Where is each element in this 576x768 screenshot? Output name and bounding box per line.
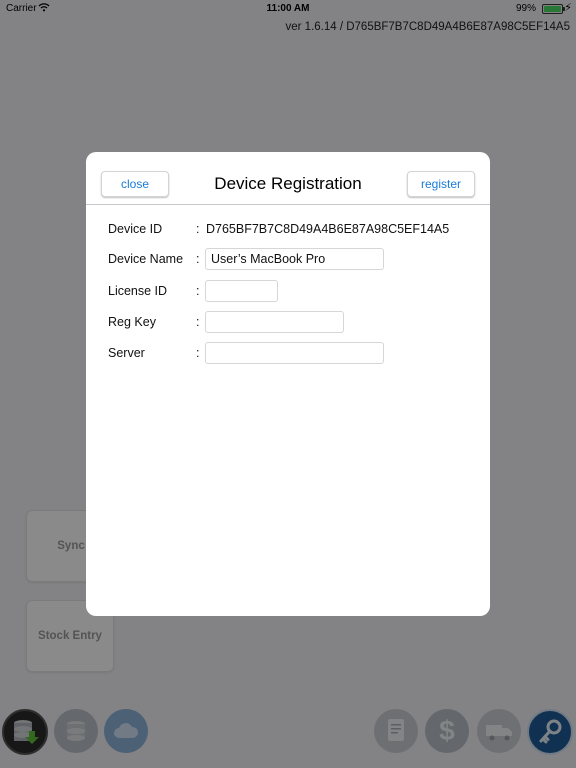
device-registration-dialog: close Device Registration register Devic…: [86, 152, 490, 616]
dialog-header: close Device Registration register: [86, 152, 490, 205]
reg-key-separator: :: [196, 315, 200, 329]
reg-key-field[interactable]: [205, 311, 344, 333]
register-button[interactable]: register: [407, 171, 475, 197]
device-name-label: Device Name: [108, 252, 184, 266]
device-id-label: Device ID: [108, 222, 163, 236]
server-label: Server: [108, 346, 145, 360]
reg-key-label: Reg Key: [108, 315, 156, 329]
device-name-field[interactable]: [205, 248, 384, 270]
server-field[interactable]: [205, 342, 384, 364]
device-id-separator: :: [196, 222, 200, 236]
license-id-label: License ID: [108, 284, 168, 298]
license-id-separator: :: [196, 284, 200, 298]
server-separator: :: [196, 346, 200, 360]
license-id-field[interactable]: [205, 280, 278, 302]
device-name-separator: :: [196, 252, 200, 266]
device-id-value: D765BF7B7C8D49A4B6E87A98C5EF14A5: [206, 222, 450, 236]
